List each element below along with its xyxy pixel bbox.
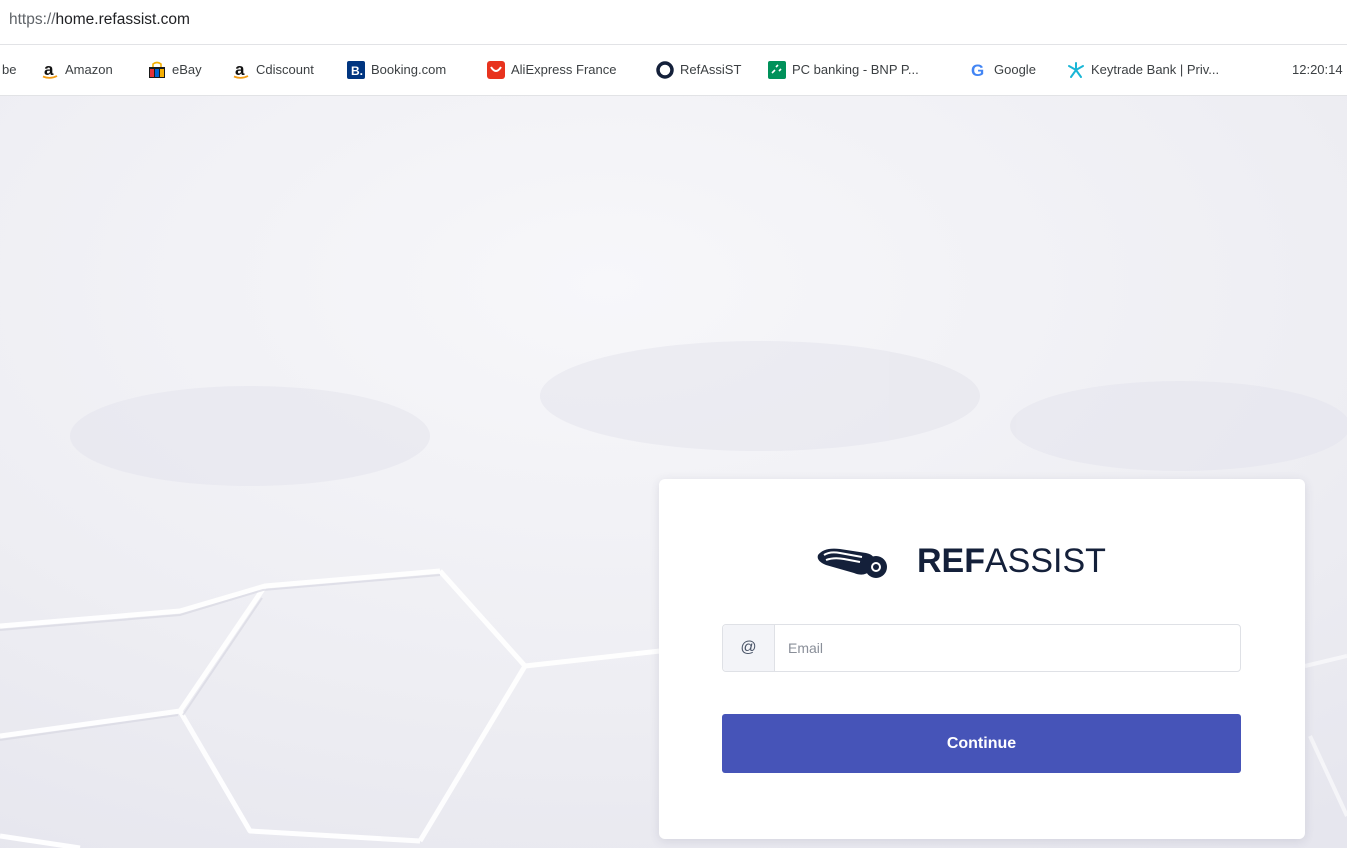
refassist-icon bbox=[656, 61, 674, 79]
google-icon: G bbox=[971, 61, 984, 79]
brand-regular: ASSIST bbox=[985, 542, 1106, 580]
brand-bold: REF bbox=[917, 542, 985, 580]
svg-text:a: a bbox=[44, 61, 54, 79]
bookmark-label: Booking.com bbox=[371, 62, 447, 77]
keytrade-icon bbox=[1068, 62, 1084, 78]
login-card: REFASSIST @ Continue bbox=[659, 479, 1305, 839]
ebay-icon bbox=[149, 61, 165, 78]
at-sign-icon: @ bbox=[723, 625, 775, 671]
bookmark-label: RefAssiST bbox=[680, 62, 742, 77]
svg-text:a: a bbox=[235, 61, 245, 79]
url-scheme: https:// bbox=[9, 11, 56, 28]
clock-text: 12:20:14 bbox=[1292, 62, 1343, 77]
bookmark-label: be bbox=[2, 62, 17, 77]
email-field: @ bbox=[722, 624, 1248, 672]
bookmark-label: Keytrade Bank | Priv... bbox=[1091, 62, 1220, 77]
bookmark-label: Google bbox=[994, 62, 1036, 77]
amazon-icon: a bbox=[233, 61, 249, 79]
bookmarks-bar: be a Amazon eBay a Cdiscount B. Booking.… bbox=[0, 44, 1347, 96]
email-input[interactable] bbox=[775, 625, 1248, 671]
brand-wordmark: REFASSIST bbox=[917, 543, 1106, 579]
address-bar[interactable]: https://home.refassist.com bbox=[0, 0, 1347, 44]
svg-text:G: G bbox=[971, 61, 984, 79]
bnp-icon bbox=[768, 61, 786, 79]
svg-text:B.: B. bbox=[351, 64, 363, 78]
aliexpress-icon bbox=[487, 61, 505, 79]
bookmark-label: PC banking - BNP P... bbox=[792, 62, 919, 77]
continue-button[interactable]: Continue bbox=[722, 714, 1241, 773]
bookmark-cut-item[interactable]: be bbox=[2, 60, 16, 80]
bookmark-label: eBay bbox=[172, 62, 202, 77]
bookmark-label: AliExpress France bbox=[511, 62, 617, 77]
bookmark-label: Amazon bbox=[65, 62, 113, 77]
amazon-icon: a bbox=[42, 61, 58, 79]
whistle-logo-icon bbox=[817, 548, 887, 578]
booking-icon: B. bbox=[347, 61, 365, 79]
url-host: home.refassist.com bbox=[55, 11, 190, 28]
bookmark-label: Cdiscount bbox=[256, 62, 314, 77]
